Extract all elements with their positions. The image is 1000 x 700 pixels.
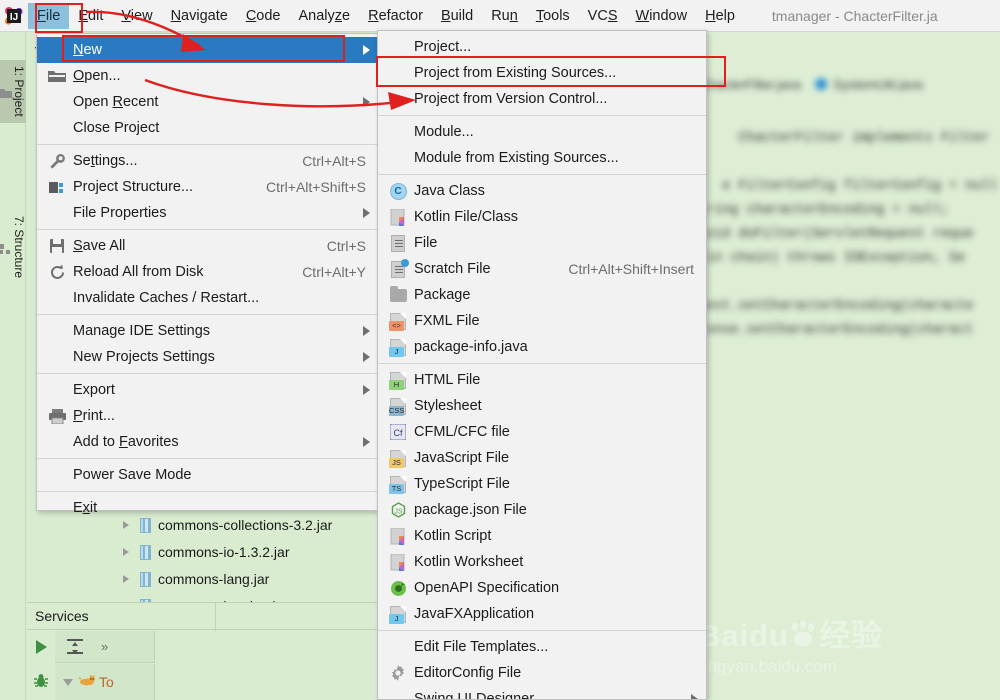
annotation-arrows xyxy=(85,10,416,110)
ide-window: IJ File Edit View Navigate Code Analyze Refact… xyxy=(0,0,1000,700)
